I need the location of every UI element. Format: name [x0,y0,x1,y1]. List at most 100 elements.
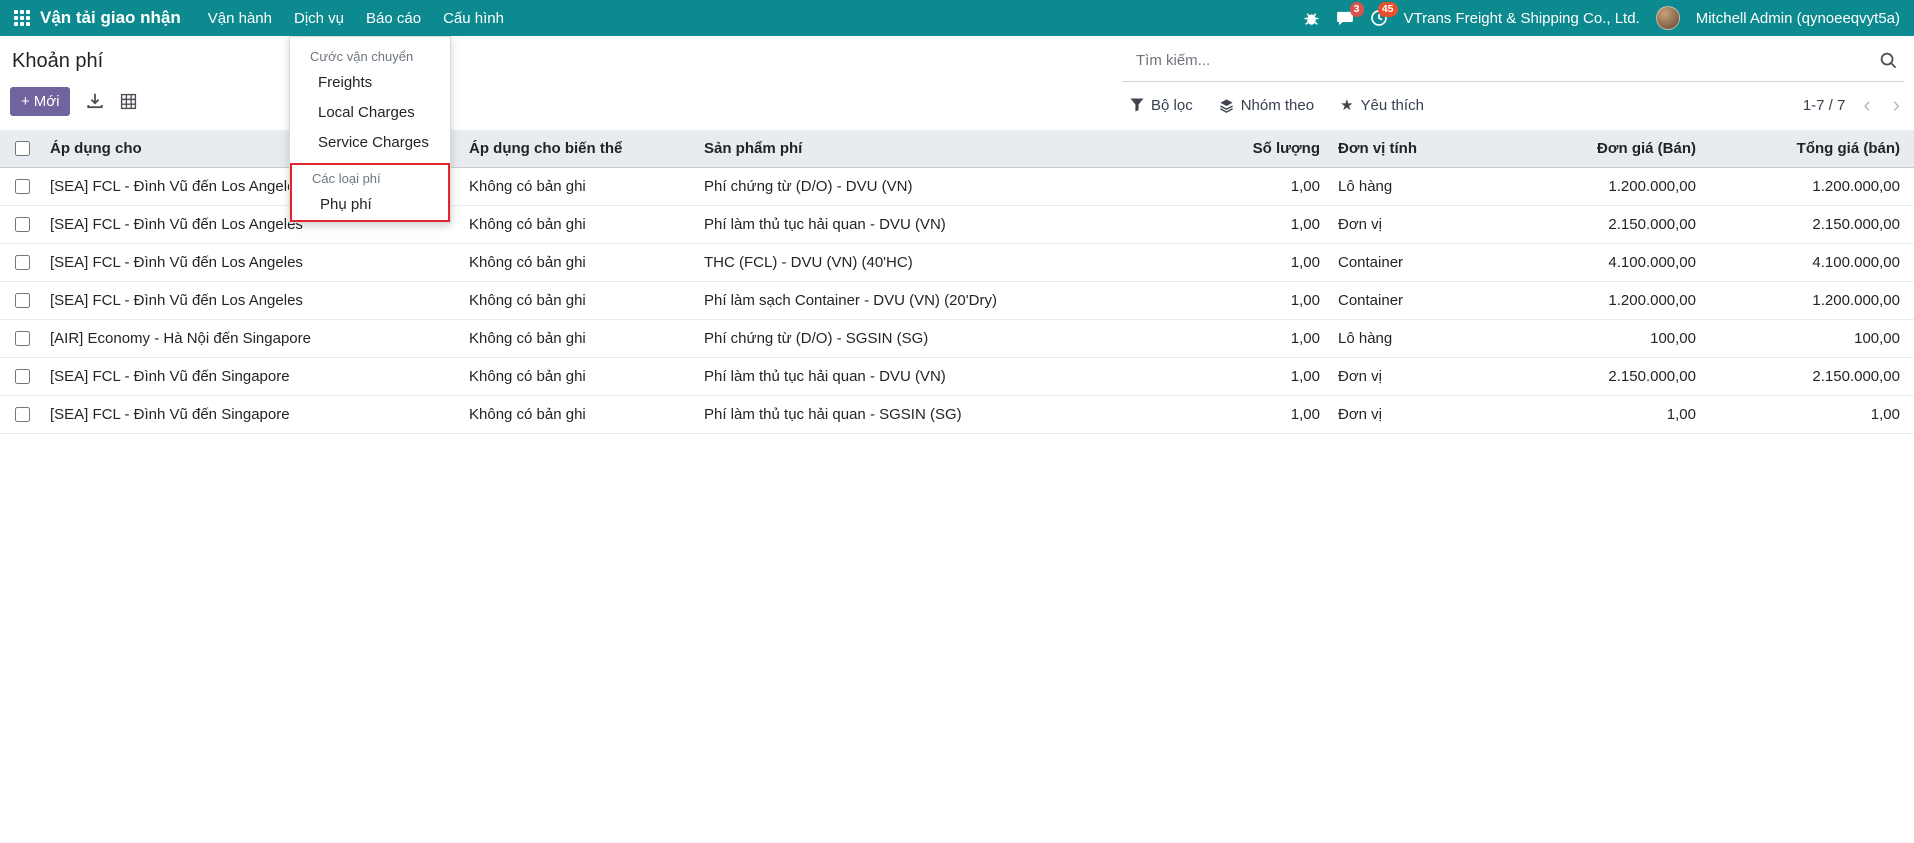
cell-uom: Đơn vị [1326,216,1484,233]
user-name[interactable]: Mitchell Admin (qynoeeqvyt5a) [1696,10,1900,27]
cell-product: Phí làm thủ tục hải quan - DVU (VN) [698,216,1209,233]
debug-icon[interactable] [1303,10,1320,27]
table-row[interactable]: [SEA] FCL - Đình Vũ đến Singapore Không … [0,358,1914,396]
table-row[interactable]: [SEA] FCL - Đình Vũ đến Los Angeles Khôn… [0,244,1914,282]
cell-product: Phí làm sạch Container - DVU (VN) (20'Dr… [698,292,1209,309]
nav-menu-van-hanh[interactable]: Vận hành [197,1,283,36]
cell-uom: Container [1326,254,1484,271]
header-uom[interactable]: Đơn vị tính [1326,140,1484,157]
header-qty[interactable]: Số lượng [1209,140,1326,157]
menu-item-phu-phi[interactable]: Phụ phí [292,190,448,220]
search-icon[interactable] [1879,51,1898,70]
group-by-button[interactable]: Nhóm theo [1219,97,1314,114]
new-record-button[interactable]: + Mới [10,87,70,116]
company-switcher[interactable]: VTrans Freight & Shipping Co., Ltd. [1404,10,1640,27]
app-title[interactable]: Vận tải giao nhận [40,8,181,28]
cell-variant: Không có bản ghi [463,292,698,309]
favorites-button[interactable]: ★ Yêu thích [1340,96,1424,114]
apps-menu-icon[interactable] [14,10,30,26]
cell-product: THC (FCL) - DVU (VN) (40'HC) [698,254,1209,271]
charges-list-table: Áp dụng cho Áp dụng cho biến thể Sản phẩ… [0,130,1914,434]
activities-clock-icon[interactable]: 45 [1370,9,1388,27]
pager: 1-7 / 7 ‹ › [1803,94,1904,116]
cell-uom: Đơn vị [1326,406,1484,423]
cell-uom: Container [1326,292,1484,309]
table-header-row: Áp dụng cho Áp dụng cho biến thể Sản phẩ… [0,130,1914,168]
messages-icon[interactable]: 3 [1336,9,1354,27]
cell-total: 1.200.000,00 [1702,292,1914,309]
cell-qty: 1,00 [1209,254,1326,271]
page-title: Khoản phí [10,40,1122,73]
control-panel: Khoản phí + Mới Tìm kiếm... [0,36,1914,128]
top-navbar: Vận tải giao nhận Vận hành Dịch vụ Báo c… [0,0,1914,36]
nav-menu-cau-hinh[interactable]: Cấu hình [432,1,515,36]
cell-unit-price: 2.150.000,00 [1484,368,1702,385]
plus-icon: + [21,93,30,110]
cell-apply-to: [SEA] FCL - Đình Vũ đến Singapore [44,406,463,423]
cell-apply-to: [AIR] Economy - Hà Nội đến Singapore [44,330,463,347]
view-switcher-grid-icon[interactable] [120,93,137,110]
cell-total: 2.150.000,00 [1702,368,1914,385]
header-total[interactable]: Tổng giá (bán) [1702,140,1914,157]
header-product[interactable]: Sản phẩm phí [698,140,1209,157]
cell-unit-price: 2.150.000,00 [1484,216,1702,233]
pager-prev-icon[interactable]: ‹ [1859,94,1874,116]
row-checkbox[interactable] [15,369,30,384]
cell-variant: Không có bản ghi [463,178,698,195]
annotation-highlight-box: Các loại phí Phụ phí [290,163,450,222]
row-checkbox[interactable] [15,331,30,346]
cell-qty: 1,00 [1209,330,1326,347]
new-button-label: Mới [34,93,60,110]
table-row[interactable]: [SEA] FCL - Đình Vũ đến Los Angeles Khôn… [0,168,1914,206]
cell-total: 1.200.000,00 [1702,178,1914,195]
cell-total: 100,00 [1702,330,1914,347]
cell-qty: 1,00 [1209,406,1326,423]
cell-total: 2.150.000,00 [1702,216,1914,233]
cell-variant: Không có bản ghi [463,406,698,423]
cell-unit-price: 100,00 [1484,330,1702,347]
cell-qty: 1,00 [1209,178,1326,195]
row-checkbox[interactable] [15,179,30,194]
row-checkbox[interactable] [15,293,30,308]
cell-apply-to: [SEA] FCL - Đình Vũ đến Los Angeles [44,292,463,309]
pager-next-icon[interactable]: › [1889,94,1904,116]
nav-menu-dich-vu[interactable]: Dịch vụ [283,1,355,36]
table-row[interactable]: [AIR] Economy - Hà Nội đến Singapore Khô… [0,320,1914,358]
header-variant[interactable]: Áp dụng cho biến thể [463,140,698,157]
download-export-icon[interactable] [86,92,104,110]
dich-vu-dropdown-menu: Cước vận chuyển Freights Local Charges S… [289,36,451,223]
cell-apply-to: [SEA] FCL - Đình Vũ đến Los Angeles [44,254,463,271]
dropdown-section-cac-loai-phi: Các loại phí [292,165,448,190]
menu-item-freights[interactable]: Freights [290,68,450,98]
cell-unit-price: 1.200.000,00 [1484,292,1702,309]
star-icon: ★ [1340,96,1353,114]
table-row[interactable]: [SEA] FCL - Đình Vũ đến Singapore Không … [0,396,1914,434]
group-by-layers-icon [1219,98,1234,113]
search-input[interactable]: Tìm kiếm... [1122,40,1904,82]
cell-variant: Không có bản ghi [463,330,698,347]
row-checkbox[interactable] [15,407,30,422]
user-menu[interactable] [1656,6,1680,30]
table-row[interactable]: [SEA] FCL - Đình Vũ đến Los Angeles Khôn… [0,282,1914,320]
header-unit-price[interactable]: Đơn giá (Bán) [1484,140,1702,157]
cell-variant: Không có bản ghi [463,216,698,233]
cell-qty: 1,00 [1209,292,1326,309]
row-checkbox[interactable] [15,217,30,232]
filters-button[interactable]: Bộ lọc [1130,97,1193,114]
cell-apply-to: [SEA] FCL - Đình Vũ đến Singapore [44,368,463,385]
menu-item-local-charges[interactable]: Local Charges [290,98,450,128]
cell-total: 4.100.000,00 [1702,254,1914,271]
group-by-label: Nhóm theo [1241,97,1314,114]
select-all-checkbox[interactable] [15,141,30,156]
cell-product: Phí chứng từ (D/O) - DVU (VN) [698,178,1209,195]
table-row[interactable]: [SEA] FCL - Đình Vũ đến Los Angeles Khôn… [0,206,1914,244]
cell-product: Phí làm thủ tục hải quan - DVU (VN) [698,368,1209,385]
dropdown-section-cuoc-van-chuyen: Cước vận chuyển [290,43,450,68]
pager-range: 1-7 / 7 [1803,97,1846,114]
nav-menu-bao-cao[interactable]: Báo cáo [355,1,432,36]
cell-variant: Không có bản ghi [463,368,698,385]
messages-badge: 3 [1350,2,1364,17]
cell-unit-price: 1.200.000,00 [1484,178,1702,195]
row-checkbox[interactable] [15,255,30,270]
menu-item-service-charges[interactable]: Service Charges [290,128,450,158]
